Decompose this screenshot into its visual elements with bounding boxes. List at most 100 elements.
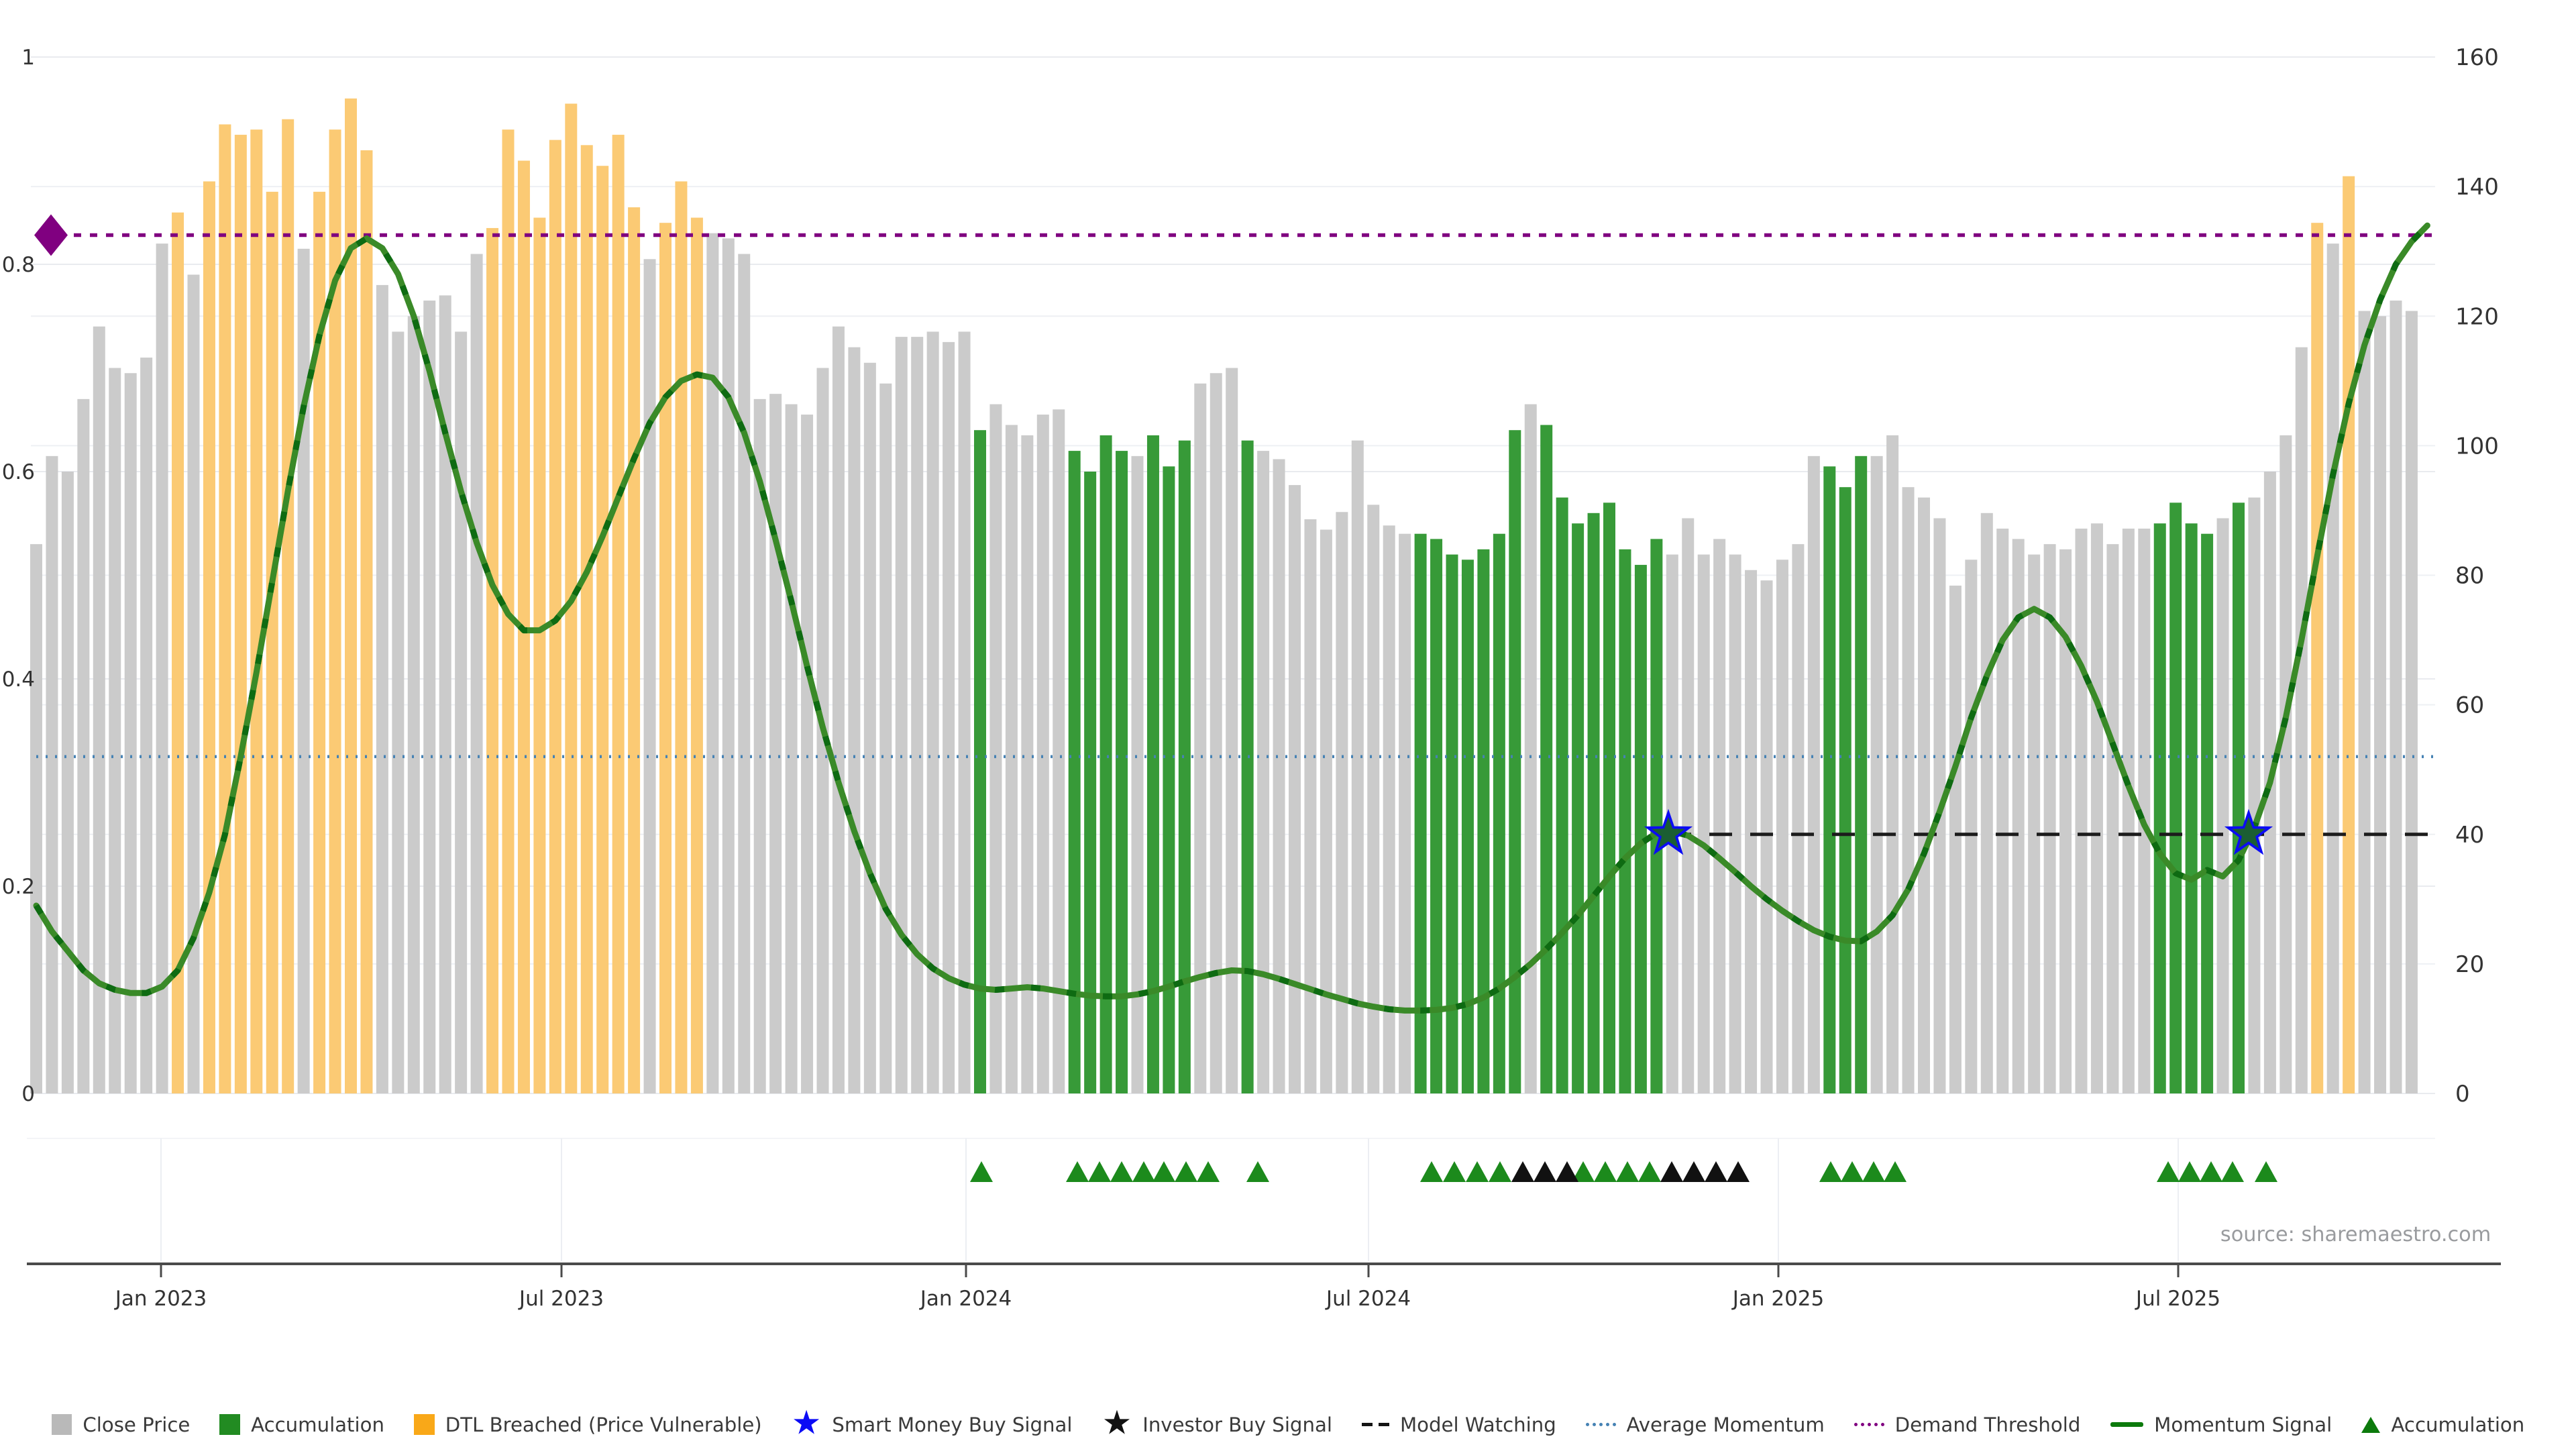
- bar: [203, 181, 215, 1093]
- bar: [2295, 347, 2308, 1093]
- accumulation-triangle-icon: [2200, 1161, 2222, 1182]
- bar: [1650, 539, 1663, 1093]
- bar: [1084, 472, 1097, 1093]
- right-axis-labels: 160 140 120 100 80 60 40 20 0: [2455, 44, 2499, 1108]
- legend-label: DTL Breached (Price Vulnerable): [445, 1413, 762, 1436]
- bar: [2106, 544, 2119, 1093]
- bar: [1021, 435, 1034, 1093]
- legend-label: Model Watching: [1399, 1413, 1556, 1436]
- bar: [1304, 519, 1317, 1093]
- investor-buy-triangle-icon: [1705, 1161, 1727, 1182]
- left-axis-labels: 1 0.8 0.6 0.4 0.2 0: [2, 46, 35, 1106]
- right-axis-tick-label: 160: [2455, 44, 2499, 71]
- bar: [863, 362, 876, 1093]
- bar: [2279, 435, 2292, 1093]
- right-axis-tick-label: 100: [2455, 433, 2499, 460]
- legend-item-momentum-signal: Momentum Signal: [2110, 1413, 2332, 1436]
- bar: [2343, 176, 2355, 1093]
- accumulation-triangle-icon: [2157, 1161, 2180, 1182]
- investor-buy-triangle-icon: [1556, 1161, 1578, 1182]
- right-axis-tick-label: 0: [2455, 1081, 2470, 1108]
- bar: [2122, 528, 2135, 1093]
- bar: [1351, 440, 1364, 1093]
- bar: [738, 254, 751, 1093]
- bar: [706, 233, 719, 1093]
- legend-item-close-price: Close Price: [51, 1413, 190, 1436]
- signal-strip: [27, 1138, 2435, 1261]
- legend-label: Momentum Signal: [2154, 1413, 2332, 1436]
- bar: [1634, 565, 1647, 1093]
- bar: [769, 394, 782, 1093]
- bar: [1461, 559, 1474, 1093]
- bar: [1902, 487, 1915, 1093]
- bar: [423, 301, 436, 1094]
- accumulation-triangle-icon: [1841, 1161, 1864, 1182]
- dtl-breached-price-vulnerable-square-icon: [414, 1414, 435, 1435]
- bar: [1556, 497, 1568, 1093]
- bar: [785, 404, 798, 1094]
- accumulation-triangle-icon: [1884, 1161, 1907, 1182]
- legend-label: Accumulation: [251, 1413, 384, 1436]
- bar: [1855, 455, 1868, 1093]
- right-axis-tick-label: 20: [2455, 951, 2484, 978]
- bar: [580, 145, 593, 1094]
- legend-item-average-momentum: Average Momentum: [1585, 1413, 1825, 1436]
- bar: [156, 244, 168, 1094]
- legend-item-demand-threshold: Demand Threshold: [1854, 1413, 2080, 1436]
- bar: [2311, 223, 2324, 1094]
- bar: [628, 207, 641, 1093]
- bar: [77, 398, 90, 1093]
- right-axis-tick-label: 40: [2455, 822, 2484, 849]
- legend-label: Smart Money Buy Signal: [832, 1413, 1073, 1436]
- bar: [376, 284, 388, 1093]
- accumulation-triangle-icon: [1132, 1161, 1155, 1182]
- accumulation-triangle-icon: [1197, 1161, 1220, 1182]
- accumulation-triangle-icon: [1110, 1161, 1133, 1182]
- model-watching-dash-icon: [1362, 1423, 1389, 1426]
- bar: [722, 238, 735, 1093]
- bar: [2326, 244, 2339, 1094]
- accumulation-triangle-icon: [1175, 1161, 1197, 1182]
- bar: [2075, 528, 2088, 1093]
- bar: [46, 455, 58, 1093]
- left-axis-tick-label: 0: [21, 1082, 35, 1106]
- legend-label: Accumulation: [2391, 1413, 2525, 1436]
- accumulation-triangle-icon: [1420, 1161, 1443, 1182]
- left-axis-tick-label: 1: [21, 46, 35, 70]
- accumulation-triangle-icon: [1638, 1161, 1661, 1182]
- investor-buy-triangle-icon: [1511, 1161, 1534, 1182]
- bar: [1619, 549, 1631, 1093]
- bar: [266, 191, 278, 1094]
- demand-threshold-diamond-icon: [34, 214, 68, 256]
- accumulation-triangle-icon: [1466, 1161, 1489, 1182]
- bar: [1226, 368, 1238, 1093]
- investor-buy-signal-star-icon: ★: [1102, 1403, 1132, 1442]
- bar: [1886, 435, 1899, 1093]
- investor-buy-triangle-icon: [1682, 1161, 1705, 1182]
- legend-item-smart-money-buy-signal: ★ Smart Money Buy Signal: [791, 1403, 1073, 1442]
- smart-money-buy-signal-star-icon: ★: [791, 1403, 822, 1442]
- bar: [1713, 539, 1726, 1093]
- bar: [1870, 455, 1883, 1093]
- bar: [1446, 554, 1458, 1093]
- bar: [360, 150, 373, 1093]
- bar: [1965, 559, 1978, 1093]
- right-axis-tick-label: 140: [2455, 174, 2499, 201]
- chart-page: Jan 2023 Jul 2023 Jan 2024 Jul 2024 Jan 2025…: [0, 0, 2576, 1449]
- bar: [2185, 523, 2198, 1093]
- bar: [675, 181, 688, 1093]
- bar: [2090, 523, 2103, 1093]
- bar: [2169, 502, 2182, 1093]
- x-axis-label: Jul 2023: [518, 1287, 604, 1311]
- bar: [2405, 311, 2418, 1093]
- accumulation-triangle-icon: [1489, 1161, 1511, 1182]
- bar: [140, 358, 153, 1093]
- accumulation-triangle-icon: [1066, 1161, 1089, 1182]
- bar: [533, 217, 546, 1094]
- accumulation-triangle-icon: [1819, 1161, 1842, 1182]
- bar: [1682, 518, 1695, 1093]
- accumulation-triangle-icon: [2178, 1161, 2201, 1182]
- bar: [250, 129, 263, 1093]
- bar: [879, 383, 892, 1093]
- bar: [1273, 459, 1285, 1093]
